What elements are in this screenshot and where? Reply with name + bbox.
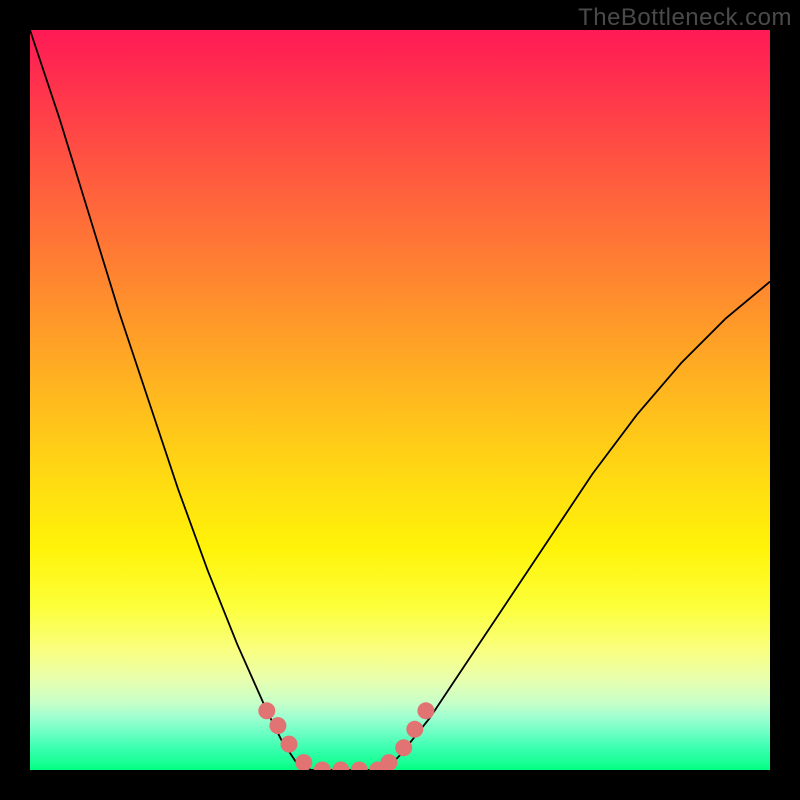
highlight-dot bbox=[417, 702, 434, 719]
highlight-dot bbox=[295, 754, 312, 770]
highlight-dot bbox=[351, 762, 368, 771]
highlight-dot bbox=[269, 717, 286, 734]
plot-area bbox=[30, 30, 770, 770]
highlight-dots-group bbox=[258, 702, 434, 770]
highlight-dot bbox=[281, 736, 298, 753]
bottleneck-curve bbox=[30, 30, 770, 770]
highlight-dot bbox=[380, 754, 397, 770]
highlight-dot bbox=[314, 762, 331, 771]
curve-svg bbox=[30, 30, 770, 770]
highlight-dot bbox=[395, 739, 412, 756]
highlight-dot bbox=[332, 762, 349, 771]
watermark-text: TheBottleneck.com bbox=[578, 4, 792, 32]
highlight-dot bbox=[258, 702, 275, 719]
highlight-dot bbox=[406, 721, 423, 738]
